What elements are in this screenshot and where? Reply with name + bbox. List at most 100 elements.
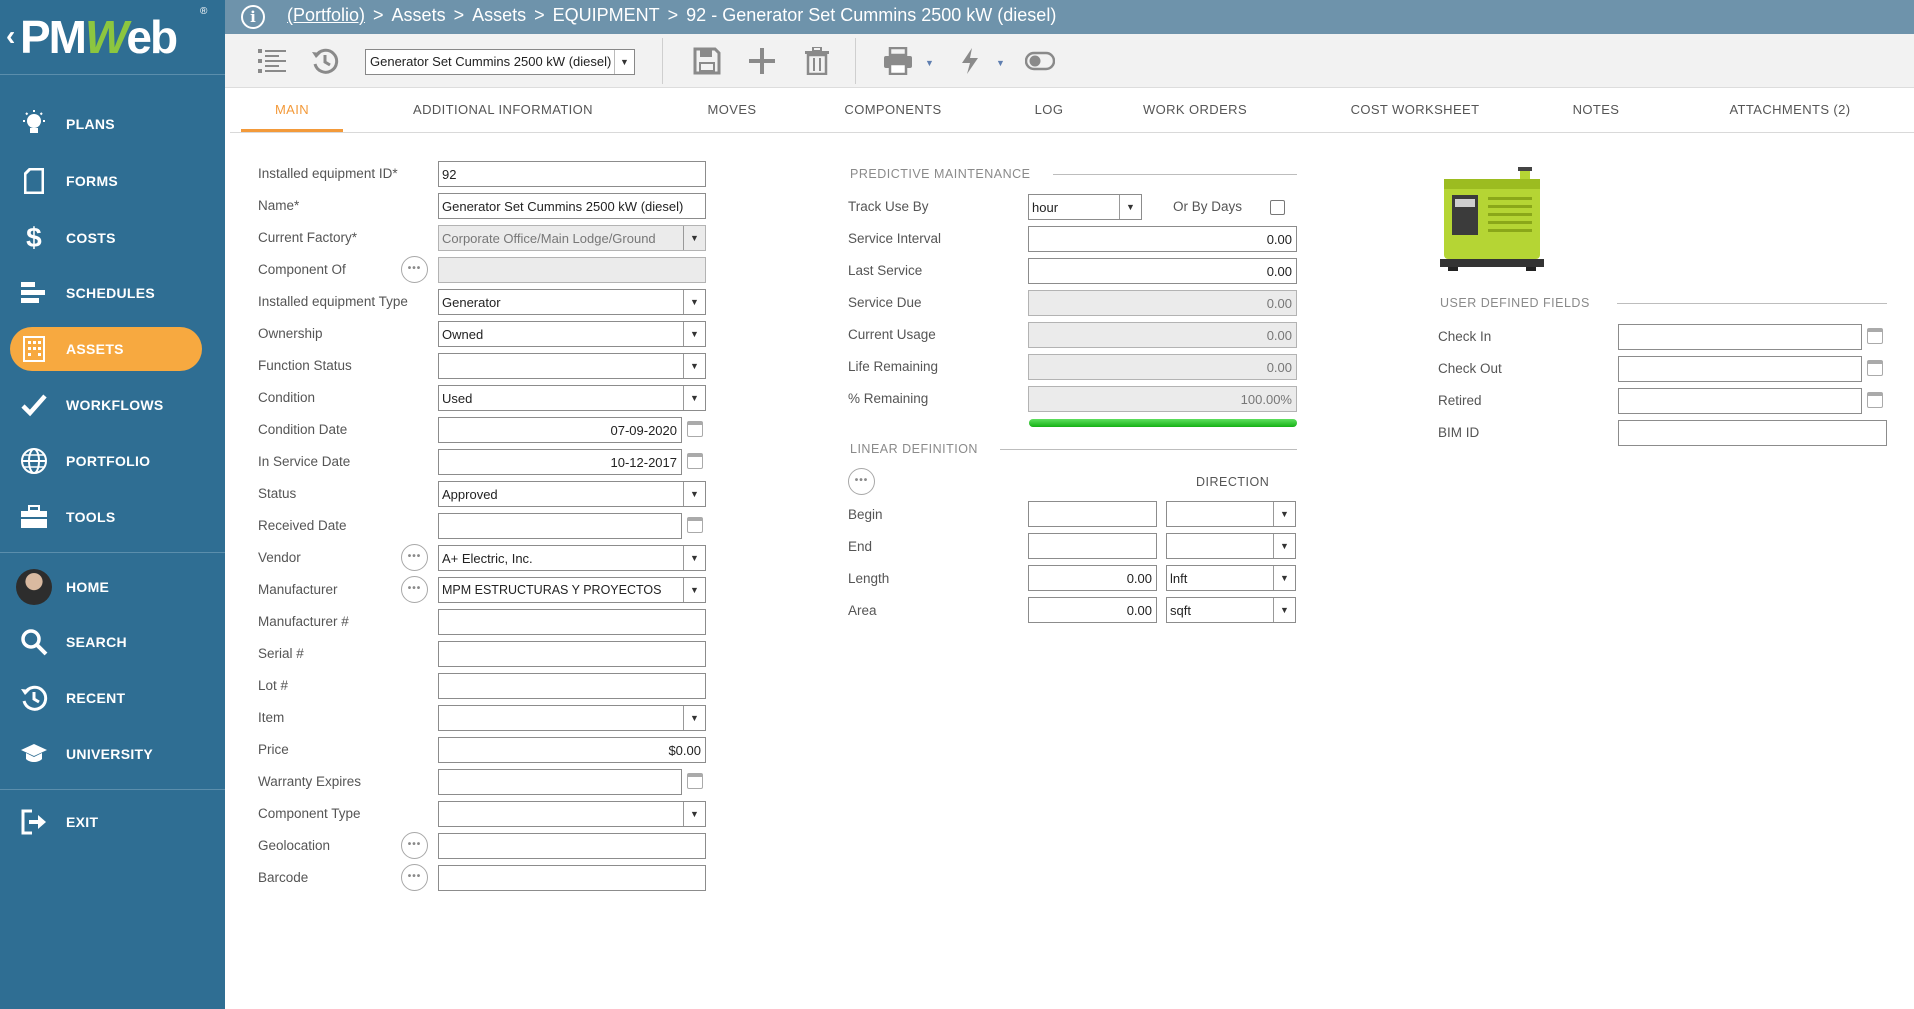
length-field[interactable]: 0.00 bbox=[1028, 565, 1157, 591]
tab-notes[interactable]: NOTES bbox=[1556, 91, 1636, 132]
calendar-icon[interactable] bbox=[687, 453, 703, 469]
chevron-down-icon[interactable]: ▼ bbox=[683, 482, 705, 506]
component-of-picker-button[interactable]: ••• bbox=[401, 256, 428, 283]
item-select[interactable]: ▼ bbox=[438, 705, 706, 731]
lightning-icon[interactable] bbox=[953, 43, 987, 79]
retired-field[interactable] bbox=[1618, 388, 1862, 414]
sidebar-item-search[interactable]: SEARCH bbox=[10, 620, 202, 664]
tab-work-orders[interactable]: WORK ORDERS bbox=[1130, 91, 1260, 132]
print-icon[interactable] bbox=[881, 43, 915, 79]
begin-field[interactable] bbox=[1028, 501, 1157, 527]
manufacturer-picker-button[interactable]: ••• bbox=[401, 576, 428, 603]
current-factory-select[interactable]: Corporate Office/Main Lodge/Ground ▼ bbox=[438, 225, 706, 251]
in-service-date-field[interactable]: 10-12-2017 bbox=[438, 449, 682, 475]
chevron-down-icon[interactable]: ▼ bbox=[1273, 502, 1295, 526]
geolocation-field[interactable] bbox=[438, 833, 706, 859]
service-interval-field[interactable]: 0.00 bbox=[1028, 226, 1297, 252]
calendar-icon[interactable] bbox=[687, 421, 703, 437]
chevron-down-icon[interactable]: ▼ bbox=[683, 706, 705, 730]
list-view-icon[interactable] bbox=[255, 43, 289, 79]
chevron-down-icon[interactable]: ▼ bbox=[683, 226, 705, 250]
warranty-expires-field[interactable] bbox=[438, 769, 682, 795]
function-status-select[interactable]: ▼ bbox=[438, 353, 706, 379]
chevron-down-icon[interactable]: ▼ bbox=[683, 354, 705, 378]
tab-log[interactable]: LOG bbox=[1016, 91, 1082, 132]
calendar-icon[interactable] bbox=[1867, 328, 1883, 344]
begin-direction-select[interactable]: ▼ bbox=[1166, 501, 1296, 527]
sidebar-item-university[interactable]: UNIVERSITY bbox=[10, 732, 202, 776]
chevron-down-icon[interactable]: ▼ bbox=[683, 322, 705, 346]
manufacturer-number-field[interactable] bbox=[438, 609, 706, 635]
sidebar-item-plans[interactable]: PLANS bbox=[10, 102, 202, 146]
end-direction-select[interactable]: ▼ bbox=[1166, 533, 1296, 559]
component-type-select[interactable]: ▼ bbox=[438, 801, 706, 827]
geolocation-picker-button[interactable]: ••• bbox=[401, 832, 428, 859]
tab-attachments[interactable]: ATTACHMENTS (2) bbox=[1710, 91, 1870, 132]
component-of-field[interactable] bbox=[438, 257, 706, 283]
tab-main[interactable]: MAIN bbox=[241, 91, 343, 132]
chevron-down-icon[interactable]: ▼ bbox=[683, 578, 705, 602]
manufacturer-select[interactable]: MPM ESTRUCTURAS Y PROYECTOS ▼ bbox=[438, 577, 706, 603]
chevron-down-icon[interactable]: ▼ bbox=[1273, 534, 1295, 558]
lot-number-field[interactable] bbox=[438, 673, 706, 699]
history-icon[interactable] bbox=[308, 43, 342, 79]
area-field[interactable]: 0.00 bbox=[1028, 597, 1157, 623]
chevron-down-icon[interactable]: ▼ bbox=[683, 290, 705, 314]
chevron-down-icon[interactable]: ▼ bbox=[1273, 598, 1295, 622]
vendor-picker-button[interactable]: ••• bbox=[401, 544, 428, 571]
sidebar-item-recent[interactable]: RECENT bbox=[10, 676, 202, 720]
chevron-down-icon[interactable]: ▼ bbox=[683, 802, 705, 826]
received-date-field[interactable] bbox=[438, 513, 682, 539]
save-icon[interactable] bbox=[690, 43, 724, 79]
condition-select[interactable]: Used ▼ bbox=[438, 385, 706, 411]
linear-picker-button[interactable]: ••• bbox=[848, 468, 875, 495]
tab-components[interactable]: COMPONENTS bbox=[830, 91, 956, 132]
info-icon[interactable]: i bbox=[241, 5, 265, 29]
or-by-days-checkbox[interactable] bbox=[1270, 200, 1285, 215]
barcode-picker-button[interactable]: ••• bbox=[401, 864, 428, 891]
calendar-icon[interactable] bbox=[1867, 360, 1883, 376]
bim-id-field[interactable] bbox=[1618, 420, 1887, 446]
breadcrumb-portfolio-link[interactable]: (Portfolio) bbox=[287, 5, 365, 25]
chevron-down-icon[interactable]: ▼ bbox=[1119, 195, 1141, 219]
sidebar-item-exit[interactable]: EXIT bbox=[10, 800, 202, 844]
equipment-photo[interactable] bbox=[1438, 165, 1548, 273]
area-unit-select[interactable]: sqft ▼ bbox=[1166, 597, 1296, 623]
sidebar-item-workflows[interactable]: WORKFLOWS bbox=[10, 383, 202, 427]
condition-date-field[interactable]: 07-09-2020 bbox=[438, 417, 682, 443]
equipment-id-field[interactable]: 92 bbox=[438, 161, 706, 187]
toggle-icon[interactable] bbox=[1023, 43, 1057, 79]
serial-number-field[interactable] bbox=[438, 641, 706, 667]
equipment-type-select[interactable]: Generator ▼ bbox=[438, 289, 706, 315]
sidebar-item-schedules[interactable]: SCHEDULES bbox=[10, 271, 202, 315]
length-unit-select[interactable]: lnft ▼ bbox=[1166, 565, 1296, 591]
actions-dropdown-icon[interactable]: ▼ bbox=[996, 58, 1005, 68]
calendar-icon[interactable] bbox=[687, 773, 703, 789]
calendar-icon[interactable] bbox=[687, 517, 703, 533]
barcode-field[interactable] bbox=[438, 865, 706, 891]
print-dropdown-icon[interactable]: ▼ bbox=[925, 58, 934, 68]
delete-icon[interactable] bbox=[800, 43, 834, 79]
sidebar-item-costs[interactable]: $ COSTS bbox=[10, 216, 202, 260]
sidebar-item-forms[interactable]: FORMS bbox=[10, 159, 202, 203]
add-icon[interactable] bbox=[745, 43, 779, 79]
check-in-field[interactable] bbox=[1618, 324, 1862, 350]
sidebar-item-home[interactable]: HOME bbox=[10, 565, 202, 609]
last-service-field[interactable]: 0.00 bbox=[1028, 258, 1297, 284]
end-field[interactable] bbox=[1028, 533, 1157, 559]
name-field[interactable]: Generator Set Cummins 2500 kW (diesel) bbox=[438, 193, 706, 219]
track-use-by-select[interactable]: hour ▼ bbox=[1028, 194, 1142, 220]
ownership-select[interactable]: Owned ▼ bbox=[438, 321, 706, 347]
price-field[interactable]: $0.00 bbox=[438, 737, 706, 763]
sidebar-item-tools[interactable]: TOOLS bbox=[10, 495, 202, 539]
tab-moves[interactable]: MOVES bbox=[692, 91, 772, 132]
chevron-down-icon[interactable]: ▼ bbox=[1273, 566, 1295, 590]
record-select[interactable]: Generator Set Cummins 2500 kW (diesel) ▼ bbox=[365, 49, 635, 75]
chevron-down-icon[interactable]: ▼ bbox=[614, 50, 634, 74]
tab-cost-worksheet[interactable]: COST WORKSHEET bbox=[1340, 91, 1490, 132]
sidebar-item-portfolio[interactable]: PORTFOLIO bbox=[10, 439, 202, 483]
back-chevron-icon[interactable]: ‹ bbox=[6, 20, 15, 52]
pmweb-logo[interactable]: ‹ PMWeb ® bbox=[0, 0, 225, 74]
chevron-down-icon[interactable]: ▼ bbox=[683, 386, 705, 410]
calendar-icon[interactable] bbox=[1867, 392, 1883, 408]
